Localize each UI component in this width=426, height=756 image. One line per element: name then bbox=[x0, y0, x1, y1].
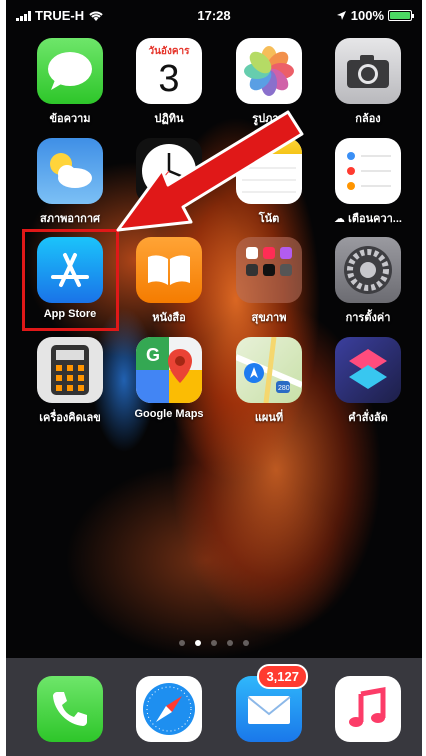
dock-music[interactable] bbox=[323, 676, 413, 742]
phone-icon bbox=[37, 676, 103, 742]
dock-mail[interactable]: 3,127 bbox=[224, 664, 314, 742]
page-dot bbox=[227, 640, 233, 646]
dock-safari[interactable] bbox=[124, 676, 214, 742]
mail-badge: 3,127 bbox=[257, 664, 308, 689]
page-indicator[interactable] bbox=[6, 640, 422, 646]
page-dot bbox=[195, 640, 201, 646]
dock: 3,127 bbox=[6, 658, 422, 756]
safari-icon bbox=[136, 676, 202, 742]
page-dot bbox=[179, 640, 185, 646]
home-screen: TRUE-H 17:28 100% ข้อความ วันอังคาร 3 ปฏ… bbox=[6, 0, 422, 756]
page-dot bbox=[243, 640, 249, 646]
page-dot bbox=[211, 640, 217, 646]
dock-phone[interactable] bbox=[25, 676, 115, 742]
music-icon bbox=[335, 676, 401, 742]
